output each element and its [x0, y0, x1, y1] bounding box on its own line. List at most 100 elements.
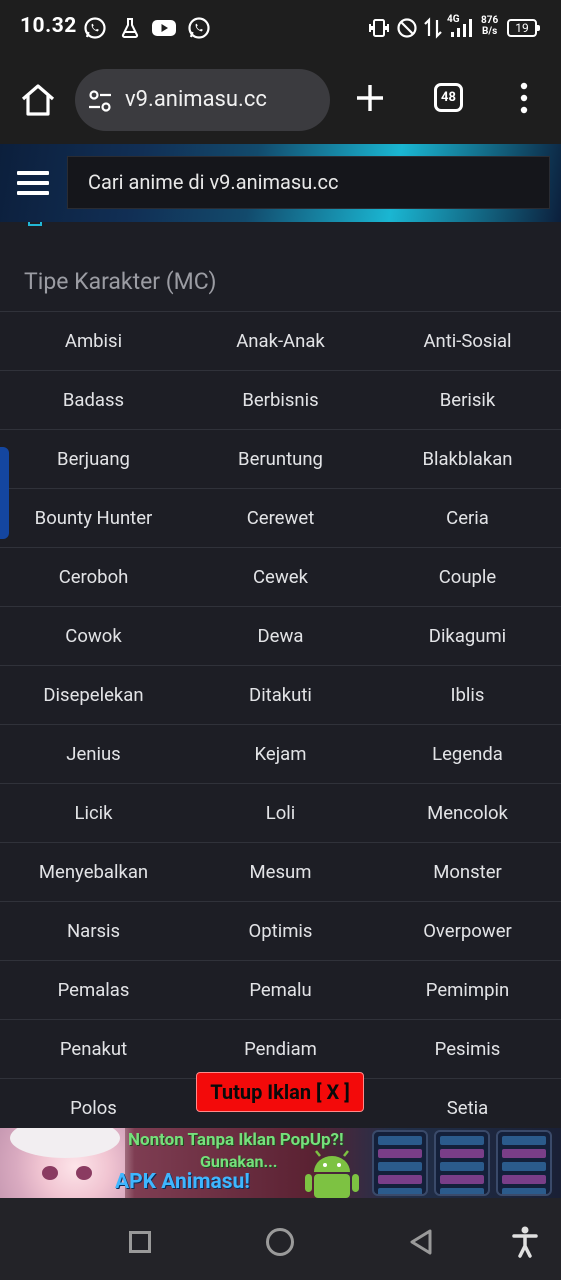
address-bar[interactable]: v9.animasu.cc	[75, 69, 330, 131]
tag-link[interactable]: Monster	[374, 843, 561, 901]
tag-link[interactable]: Dikagumi	[374, 607, 561, 665]
ad-phone-screenshots	[372, 1130, 561, 1196]
back-triangle-icon[interactable]	[408, 1228, 434, 1256]
vibrate-icon	[369, 19, 389, 37]
site-settings-icon[interactable]	[87, 88, 113, 114]
tag-row: Narsis Optimis Overpower	[0, 901, 561, 960]
tag-row: Ambisi Anak-Anak Anti-Sosial	[0, 311, 561, 370]
android-icon	[305, 1150, 359, 1198]
tag-link[interactable]: Berbisnis	[187, 371, 374, 429]
tag-link[interactable]: Iblis	[374, 666, 561, 724]
tag-link[interactable]: Kejam	[187, 725, 374, 783]
tag-link[interactable]: Berisik	[374, 371, 561, 429]
android-nav-bar	[0, 1198, 561, 1280]
tag-link[interactable]: Pendiam	[187, 1020, 374, 1078]
ad-headline: Nonton Tanpa Iklan PopUp?!	[128, 1130, 344, 1150]
ad-banner[interactable]: Nonton Tanpa Iklan PopUp?! Gunakan... AP…	[0, 1128, 561, 1198]
tag-link[interactable]: Mesum	[187, 843, 374, 901]
new-tab-plus-icon[interactable]	[352, 80, 388, 116]
tag-link[interactable]: Licik	[0, 784, 187, 842]
status-time: 10.32	[20, 14, 77, 38]
ad-character-image	[0, 1128, 125, 1198]
tab-count: 48	[441, 90, 456, 105]
tag-row: Menyebalkan Mesum Monster	[0, 842, 561, 901]
tag-link[interactable]: Dewa	[187, 607, 374, 665]
main-content: Tipe Karakter (MC) Ambisi Anak-Anak Anti-S…	[0, 222, 561, 1128]
ad-subline: Gunakan...	[200, 1152, 278, 1171]
hamburger-menu-icon[interactable]	[17, 171, 49, 195]
youtube-icon	[152, 20, 176, 36]
tag-link[interactable]: Legenda	[374, 725, 561, 783]
do-not-disturb-icon	[397, 18, 417, 38]
tag-link[interactable]: Ditakuti	[187, 666, 374, 724]
tag-link[interactable]: Ambisi	[0, 312, 187, 370]
ad-app-name: APK Animasu!	[115, 1170, 250, 1194]
tag-row: Jenius Kejam Legenda	[0, 724, 561, 783]
tag-link[interactable]: Anti-Sosial	[374, 312, 561, 370]
tag-link[interactable]: Penakut	[0, 1020, 187, 1078]
tag-link[interactable]: Loli	[187, 784, 374, 842]
tag-link[interactable]: Ceroboh	[0, 548, 187, 606]
tag-row: Licik Loli Mencolok	[0, 783, 561, 842]
tag-link[interactable]: Pesimis	[374, 1020, 561, 1078]
tag-row: Bounty Hunter Cerewet Ceria	[0, 488, 561, 547]
tag-link[interactable]: Anak-Anak	[187, 312, 374, 370]
tag-link[interactable]: Narsis	[0, 902, 187, 960]
tag-link[interactable]: Setia	[374, 1079, 561, 1128]
decorative-mark	[28, 222, 42, 226]
tag-row: Badass Berbisnis Berisik	[0, 370, 561, 429]
site-header: Cari anime di v9.animasu.cc	[0, 144, 561, 222]
tag-link[interactable]: Pemalu	[187, 961, 374, 1019]
tag-link[interactable]: Ceria	[374, 489, 561, 547]
status-bar: 10.32 4G 876 B/s 19	[0, 0, 561, 58]
tag-row: Berjuang Beruntung Blakblakan	[0, 429, 561, 488]
tag-link[interactable]: Overpower	[374, 902, 561, 960]
tag-link[interactable]: Couple	[374, 548, 561, 606]
tag-link[interactable]: Pemalas	[0, 961, 187, 1019]
whatsapp-icon	[188, 17, 210, 39]
net-speed-value: 876	[481, 15, 499, 26]
tag-link[interactable]: Blakblakan	[374, 430, 561, 488]
battery-icon: 19	[507, 19, 540, 37]
tag-link[interactable]: Menyebalkan	[0, 843, 187, 901]
tag-link[interactable]: Beruntung	[187, 430, 374, 488]
flask-icon	[121, 18, 139, 38]
accessibility-icon[interactable]	[512, 1226, 538, 1258]
tag-link[interactable]: Mencolok	[374, 784, 561, 842]
tag-row: Ceroboh Cewek Couple	[0, 547, 561, 606]
tab-switcher-button[interactable]: 48	[434, 83, 463, 112]
more-vert-icon[interactable]	[512, 80, 536, 116]
tag-link[interactable]: Cerewet	[187, 489, 374, 547]
tag-link[interactable]: Jenius	[0, 725, 187, 783]
tag-link[interactable]: Bounty Hunter	[0, 489, 187, 547]
home-circle-icon[interactable]	[266, 1228, 294, 1256]
tag-row: Pemalas Pemalu Pemimpin	[0, 960, 561, 1019]
tag-link[interactable]: Pemimpin	[374, 961, 561, 1019]
battery-level: 19	[515, 21, 529, 35]
close-ad-button[interactable]: Tutup Iklan [ X ]	[196, 1072, 364, 1112]
net-speed: 876 B/s	[481, 15, 498, 37]
section-title: Tipe Karakter (MC)	[24, 268, 217, 295]
search-placeholder: Cari anime di v9.animasu.cc	[88, 170, 339, 194]
signal-icon	[451, 19, 472, 37]
tag-link[interactable]: Cowok	[0, 607, 187, 665]
tag-link[interactable]: Badass	[0, 371, 187, 429]
search-input[interactable]: Cari anime di v9.animasu.cc	[67, 156, 550, 209]
recents-square-icon[interactable]	[129, 1231, 151, 1253]
tag-link[interactable]: Polos	[0, 1079, 187, 1128]
url-text: v9.animasu.cc	[125, 87, 267, 112]
tag-row: Penakut Pendiam Pesimis	[0, 1019, 561, 1078]
side-drawer-tab[interactable]	[0, 447, 9, 539]
home-icon[interactable]	[18, 80, 58, 120]
tag-row: Disepelekan Ditakuti Iblis	[0, 665, 561, 724]
tag-link[interactable]: Optimis	[187, 902, 374, 960]
whatsapp-icon	[84, 17, 106, 39]
data-arrows-icon	[424, 17, 442, 39]
net-speed-unit: B/s	[481, 26, 498, 37]
tag-row: Cowok Dewa Dikagumi	[0, 606, 561, 665]
tag-link[interactable]: Cewek	[187, 548, 374, 606]
browser-toolbar: v9.animasu.cc 48	[0, 58, 561, 144]
tag-grid: Ambisi Anak-Anak Anti-Sosial Badass Berbisni…	[0, 311, 561, 1128]
tag-link[interactable]: Berjuang	[0, 430, 187, 488]
tag-link[interactable]: Disepelekan	[0, 666, 187, 724]
